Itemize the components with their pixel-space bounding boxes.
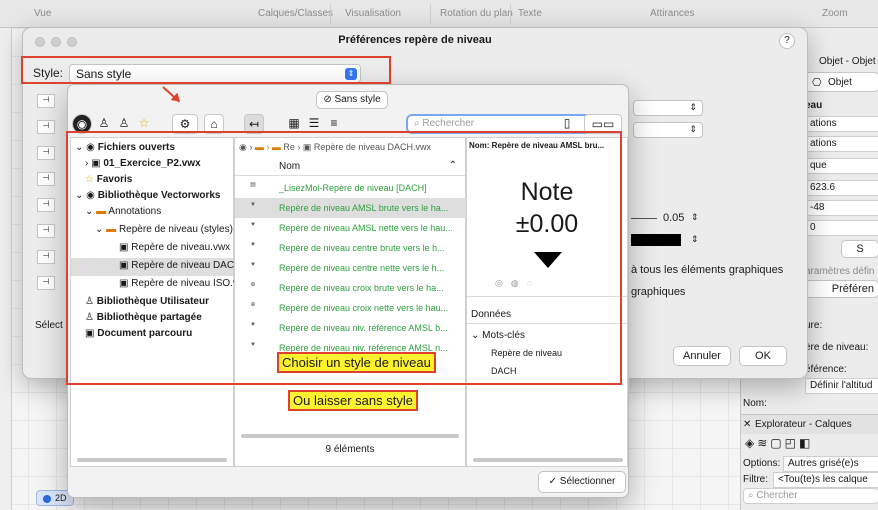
layers-search-placeholder: Chercher <box>756 490 798 501</box>
layers-icon[interactable]: ◈ <box>745 436 757 450</box>
layers-search-input[interactable]: ⌕ Chercher <box>743 488 878 504</box>
tab-objet-label: Objet <box>828 77 852 88</box>
filter-select[interactable]: <Tou(te)s les calque <box>773 472 878 488</box>
item-count: 9 éléments <box>325 444 375 455</box>
layers-explorer-header: ✕ Explorateur - Calques <box>741 414 878 434</box>
tree-scrollbar[interactable] <box>77 458 227 462</box>
ok-button[interactable]: OK <box>739 346 787 366</box>
marker-icon[interactable]: ⊣ <box>37 120 55 134</box>
marker-icon[interactable]: ⊣ <box>37 172 55 186</box>
close-icon[interactable]: ✕ <box>743 419 751 430</box>
search-placeholder: Rechercher <box>422 118 475 129</box>
sans-style-button[interactable]: ⊘ Sans style <box>316 91 388 109</box>
frame-icon[interactable]: ◰ <box>785 436 799 450</box>
stack-icon[interactable]: ≋ <box>757 436 770 450</box>
marker-icon[interactable]: ⊣ <box>37 146 55 160</box>
toolbar-zoom[interactable]: Zoom <box>822 8 848 19</box>
name-label: Nom: <box>743 398 767 409</box>
app-toolbar: Vue Calques/Classes Visualisation Rotati… <box>0 0 878 28</box>
select-button-label: Sélectionner <box>559 476 616 487</box>
chevron-updown-icon: ⇕ <box>689 102 697 112</box>
callout-leave-unstyled: Ou laisser sans style <box>288 390 418 411</box>
toolbar-vue[interactable]: Vue <box>34 8 51 19</box>
object-icon: ⎔ <box>812 77 822 89</box>
dropdown-2[interactable]: ⇕ <box>633 122 703 138</box>
toolbar-attirances[interactable]: Attirances <box>650 8 694 19</box>
chevron-updown-icon[interactable]: ⇕ <box>691 212 699 223</box>
picker-highlight-box <box>66 131 622 385</box>
options-select[interactable]: Autres grisé(e)s <box>783 456 878 472</box>
view-badge-label: 2D <box>55 493 67 503</box>
checkmark-icon: ✓ <box>548 476 560 487</box>
dot-icon <box>43 495 51 503</box>
help-button[interactable]: ? <box>779 33 795 49</box>
marker-icon[interactable]: ⊣ <box>37 276 55 290</box>
toolbar-visualisation[interactable]: Visualisation <box>345 8 401 19</box>
chevron-updown-icon: ⇕ <box>689 124 697 134</box>
marker-icon[interactable]: ⊣ <box>37 224 55 238</box>
sans-style-label: Sans style <box>334 94 381 105</box>
param-label: aramètres défin <box>805 266 875 277</box>
tab-objet[interactable]: Objet ⎔ <box>805 72 878 92</box>
selection-button[interactable]: Sélect <box>35 320 63 331</box>
field-2[interactable]: ations <box>805 136 878 152</box>
field-1[interactable]: ations <box>805 116 878 132</box>
cancel-button[interactable]: Annuler <box>673 346 731 366</box>
list-scrollbar[interactable] <box>241 434 459 438</box>
filter-label: Filtre: <box>743 474 768 485</box>
field-3[interactable]: que <box>805 158 878 174</box>
define-altitude-field[interactable]: Définir l'altitud <box>805 378 878 394</box>
dialog-title: Préférences repère de niveau <box>338 34 492 46</box>
label-3: ère de niveau: <box>805 342 869 353</box>
box-icon[interactable]: ▢ <box>770 436 784 450</box>
select-button[interactable]: ✓ Sélectionner <box>538 471 626 493</box>
apply-all-label: à tous les éléments graphiques <box>631 264 784 276</box>
line-sample <box>631 218 657 219</box>
dropdown-1[interactable]: ⇕ <box>633 100 703 116</box>
chevron-updown-icon[interactable]: ⇕ <box>691 234 699 245</box>
label-4: éférence: <box>805 364 847 375</box>
s-button[interactable]: S <box>841 240 878 258</box>
color-swatch[interactable] <box>631 234 681 246</box>
preview-scrollbar[interactable] <box>473 458 623 462</box>
toolbar-texte[interactable]: Texte <box>518 8 542 19</box>
marker-icon[interactable]: ⊣ <box>37 250 55 264</box>
marker-icon[interactable]: ⊣ <box>37 198 55 212</box>
dialog-icon-column: ⊣ ⊣ ⊣ ⊣ ⊣ ⊣ ⊣ ⊣ <box>37 94 57 330</box>
preferences-button[interactable]: Préféren <box>805 280 878 298</box>
marker-icon[interactable]: ⊣ <box>37 94 55 108</box>
value-3[interactable]: 0 <box>805 220 878 236</box>
value-2[interactable]: -48 <box>805 200 878 216</box>
explorer-title: Explorateur - Calques <box>755 419 852 430</box>
no-style-icon: ⊘ <box>323 94 335 105</box>
toolbar-rotation[interactable]: Rotation du plan <box>440 8 513 19</box>
toolbar-calques[interactable]: Calques/Classes <box>258 8 333 19</box>
line-weight-value[interactable]: 0.05 <box>663 212 684 224</box>
graphics-label: graphiques <box>631 286 686 298</box>
callout-choose-style: Choisir un style de niveau <box>277 352 436 373</box>
explorer-toolbar: ◈≋▢◰◧ <box>745 436 878 454</box>
shape-icon[interactable]: ◧ <box>799 436 813 450</box>
vertical-ruler <box>0 28 12 510</box>
options-label: Options: <box>743 458 781 469</box>
value-1[interactable]: 623.6 <box>805 180 878 196</box>
style-highlight-box <box>21 56 391 84</box>
palette-title: Objet - Objet <box>819 56 876 67</box>
